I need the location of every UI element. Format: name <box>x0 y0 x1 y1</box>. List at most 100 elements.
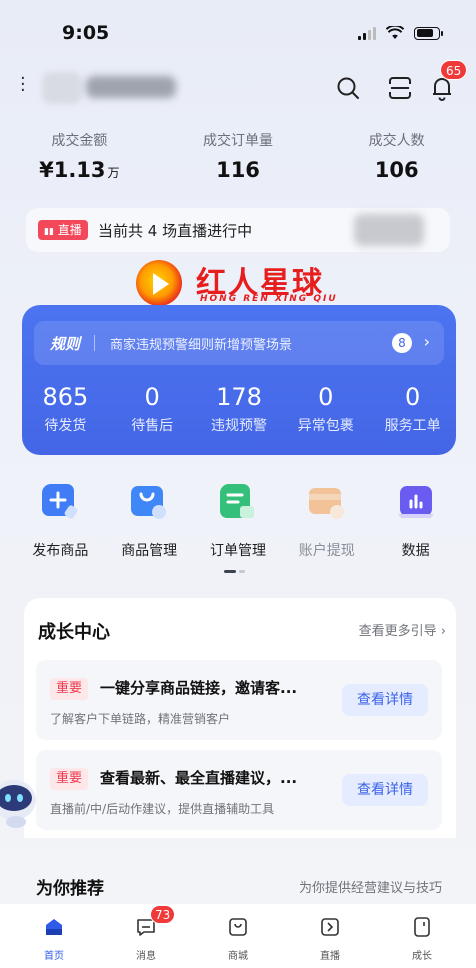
live-status-text: 当前共 4 场直播进行中 <box>98 222 253 240</box>
watermark-logo-icon <box>136 260 182 306</box>
order-management-icon <box>219 484 254 518</box>
metric-value: 865 <box>42 383 89 411</box>
metric-abnormal-package[interactable]: 0 异常包裹 <box>282 383 369 435</box>
header: · · · 65 <box>0 60 476 110</box>
view-more-guides-link[interactable]: 查看更多引导 › <box>359 620 446 639</box>
tab-messages[interactable]: 73 消息 <box>100 904 192 968</box>
stat-value: 106 <box>374 158 419 182</box>
view-details-button[interactable]: 查看详情 <box>342 774 428 806</box>
recommend-section: 为你推荐 为你提供经营建议与技巧 <box>0 860 476 900</box>
quick-action-order-management[interactable]: 订单管理 <box>194 484 283 560</box>
stat-label: 成交金额 <box>51 133 108 149</box>
metric-label: 待售后 <box>131 418 174 434</box>
growth-center-title: 成长中心 <box>38 622 110 643</box>
wifi-icon <box>386 26 404 39</box>
watermark-subtitle: HONG REN XING QIU <box>200 294 338 304</box>
metric-label: 违规预警 <box>210 418 267 434</box>
tab-label: 消息 <box>136 951 156 962</box>
stat-buyers[interactable]: 成交人数 106 <box>317 130 476 182</box>
status-time: 9:05 <box>62 22 110 44</box>
important-tag: 重要 <box>50 678 89 700</box>
tab-label: 直播 <box>320 951 340 962</box>
battery-icon <box>414 26 443 40</box>
home-icon <box>46 919 62 935</box>
publish-product-icon <box>42 484 78 519</box>
recommend-title: 为你推荐 <box>36 879 104 899</box>
metric-service-ticket[interactable]: 0 服务工单 <box>369 383 456 435</box>
chevron-right-icon: › <box>423 332 430 351</box>
task-description: 了解客户下单链路，精准营销客户 <box>50 712 231 726</box>
task-description: 直播前/中/后动作建议，提供直播辅助工具 <box>50 802 275 816</box>
order-metrics: 865 待发货 0 待售后 178 违规预警 0 异常包裹 0 服务工单 <box>22 383 456 435</box>
view-details-button[interactable]: 查看详情 <box>342 684 428 716</box>
growth-task-item[interactable]: 重要 查看最新、最全直播建议，... 直播前/中/后动作建议，提供直播辅助工具 … <box>36 750 442 830</box>
tab-label: 首页 <box>44 951 64 962</box>
rule-notice[interactable]: 规则 商家违规预警细则新增预警场景 8 › <box>34 321 444 365</box>
divider <box>94 335 95 351</box>
watermark-logo: 红人星球 HONG REN XING QIU <box>136 258 346 308</box>
quick-action-publish-product[interactable]: 发布商品 <box>16 484 105 560</box>
bottom-tab-bar: 首页 73 消息 商城 直播 成长 <box>0 904 476 968</box>
shop-name-blurred[interactable] <box>86 76 176 98</box>
tab-mall[interactable]: 商城 <box>192 904 284 968</box>
stat-label: 成交人数 <box>368 133 425 149</box>
metric-value: 178 <box>216 383 262 411</box>
task-title: 一键分享商品链接，邀请客... <box>100 679 298 697</box>
more-menu-icon[interactable]: · · · <box>20 70 26 100</box>
notification-badge: 65 <box>440 60 468 80</box>
rule-text: 商家违规预警细则新增预警场景 <box>110 338 293 353</box>
stat-gmv[interactable]: 成交金额 ¥1.13 万 <box>0 130 159 182</box>
metric-value: 0 <box>318 383 334 411</box>
page-indicator <box>224 570 245 573</box>
quick-action-label: 订单管理 <box>209 543 266 559</box>
metric-value: 0 <box>404 383 421 411</box>
tab-home[interactable]: 首页 <box>8 904 100 968</box>
growth-icon <box>414 917 430 937</box>
task-title: 查看最新、最全直播建议，... <box>100 769 298 787</box>
live-banner[interactable]: ▮▮ 直播 当前共 4 场直播进行中 <box>26 208 450 252</box>
tab-growth[interactable]: 成长 <box>376 904 468 968</box>
mall-icon <box>229 918 247 936</box>
product-management-icon <box>131 486 167 519</box>
search-icon[interactable] <box>334 74 362 102</box>
metric-violation[interactable]: 178 违规预警 <box>196 383 283 435</box>
live-thumbnail-blurred <box>354 214 424 246</box>
status-bar: 9:05 <box>0 0 476 62</box>
quick-actions: 发布商品 商品管理 订单管理 账户提现 数据 <box>0 484 476 560</box>
metric-to-ship[interactable]: 865 待发货 <box>22 383 109 435</box>
metric-label: 服务工单 <box>384 418 441 434</box>
important-tag: 重要 <box>50 768 89 790</box>
sales-stats: 成交金额 ¥1.13 万 成交订单量 116 成交人数 106 <box>0 130 476 182</box>
data-chart-icon <box>397 486 434 518</box>
metric-label: 待发货 <box>44 418 87 434</box>
assistant-robot-icon[interactable] <box>0 770 44 830</box>
stat-value: 116 <box>216 158 260 182</box>
quick-action-withdraw[interactable]: 账户提现 <box>282 484 371 560</box>
message-count-badge: 73 <box>150 905 176 924</box>
growth-center-card: 成长中心 查看更多引导 › 重要 一键分享商品链接，邀请客... 了解客户下单链… <box>24 598 456 838</box>
rule-title: 规则 <box>50 335 81 353</box>
rule-count-badge: 8 <box>392 333 412 353</box>
tab-label: 成长 <box>412 951 432 962</box>
withdraw-icon <box>308 488 344 519</box>
scan-icon[interactable] <box>386 74 414 102</box>
signal-icon <box>358 26 376 40</box>
metric-value: 0 <box>144 383 160 411</box>
quick-action-label: 账户提现 <box>298 543 355 559</box>
metric-after-sale[interactable]: 0 待售后 <box>109 383 196 435</box>
quick-action-label: 商品管理 <box>121 543 178 559</box>
metric-label: 异常包裹 <box>297 418 354 434</box>
quick-action-label: 数据 <box>401 543 430 559</box>
recommend-subtitle: 为你提供经营建议与技巧 <box>298 881 442 896</box>
store-alerts-card: 规则 商家违规预警细则新增预警场景 8 › 865 待发货 0 待售后 178 违规预… <box>22 305 456 455</box>
status-icons <box>358 26 443 40</box>
growth-task-item[interactable]: 重要 一键分享商品链接，邀请客... 了解客户下单链路，精准营销客户 查看详情 <box>36 660 442 740</box>
quick-action-product-management[interactable]: 商品管理 <box>105 484 194 560</box>
quick-action-data[interactable]: 数据 <box>371 484 460 560</box>
shop-avatar[interactable] <box>42 72 82 104</box>
quick-action-label: 发布商品 <box>32 543 89 559</box>
stat-value: ¥1.13 万 <box>39 158 120 182</box>
tab-live[interactable]: 直播 <box>284 904 376 968</box>
stat-orders[interactable]: 成交订单量 116 <box>159 130 318 182</box>
live-tag: ▮▮ 直播 <box>38 220 88 240</box>
